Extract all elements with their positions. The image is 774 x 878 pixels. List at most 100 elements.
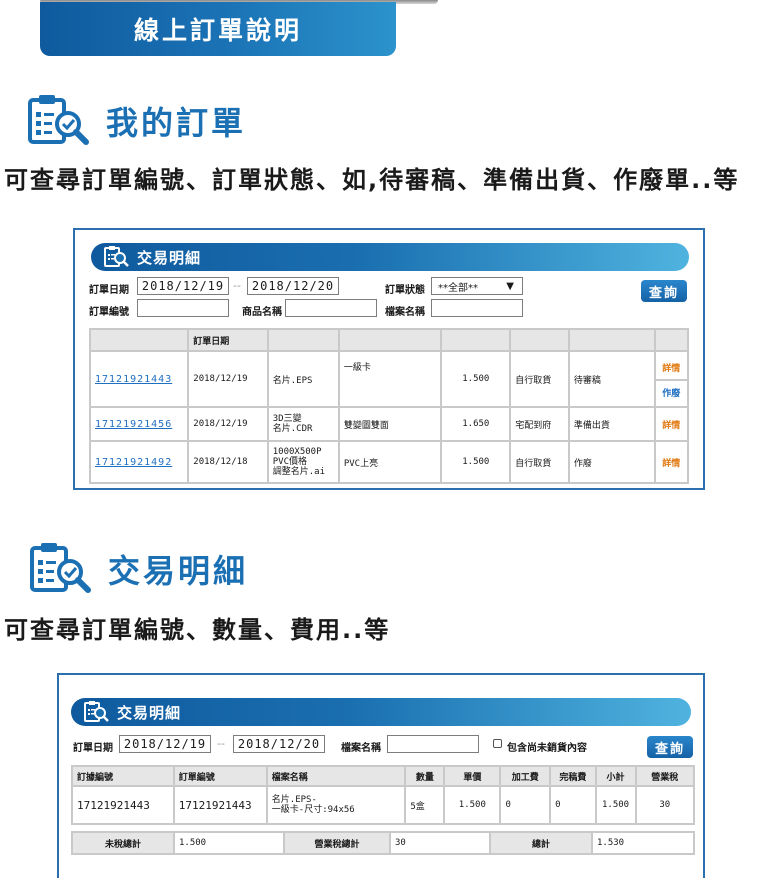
product-cell: 名片.EPS [268, 352, 338, 406]
section1-description: 可查尋訂單編號、訂單狀態、如,待審稿、準備出貨、作廢單..等 [4, 166, 740, 194]
price-cell: 1.500 [442, 352, 510, 406]
column-header: 訂單編號 [174, 767, 266, 785]
order-table: 訂單日期 17121921443 2018/12/19 名片.EPS 一級卡 1… [89, 328, 689, 484]
section2-heading: 交易明細 [28, 540, 248, 598]
clipboard-search-icon [103, 245, 129, 269]
date-from-field[interactable]: 2018/12/19 [119, 735, 211, 753]
file-cell: PVC上亮 [339, 442, 441, 482]
column-header: 加工費 [501, 767, 550, 785]
order-panel-title-bar: 交易明細 [91, 243, 689, 271]
product-name-label: 商品名稱 [242, 307, 282, 318]
transaction-panel: 交易明細 訂單日期 2018/12/19 -- 2018/12/20 檔案名稱 … [57, 673, 705, 878]
voucher-number-cell: 17121921443 [73, 787, 173, 823]
order-number-link[interactable]: 17121921492 [95, 457, 172, 468]
order-panel: 交易明細 訂單日期 2018/12/19 -- 2018/12/20 訂單狀態 … [73, 228, 705, 490]
transaction-table-header: 訂據編號 訂單編號 檔案名稱 數量 單價 加工費 完稿費 小計 營業稅 [73, 767, 693, 785]
design-fee-cell: 0 [551, 787, 595, 823]
summary-table: 未稅總計 1.500 營業稅總計 30 總計 1.530 [71, 831, 695, 855]
table-row: 17121921443 17121921443 名片.EPS- 一級卡-尺寸:9… [73, 787, 693, 823]
dropdown-arrow-icon: ▼ [506, 281, 514, 292]
details-link[interactable]: 詳情 [655, 442, 687, 482]
delivery-cell: 宅配到府 [511, 408, 568, 440]
subtotal-cell: 1.500 [596, 787, 635, 823]
price-cell: 1.500 [442, 442, 510, 482]
table-row: 17121921443 2018/12/19 名片.EPS 一級卡 1.500 … [91, 352, 687, 406]
tax-cell: 30 [636, 787, 693, 823]
section2-title: 交易明細 [108, 552, 249, 590]
query-button[interactable]: 查詢 [647, 736, 693, 758]
delivery-cell: 自行取貨 [511, 352, 568, 406]
section2-description: 可查尋訂單編號、數量、費用..等 [4, 616, 391, 644]
order-number-link[interactable]: 17121921443 [95, 374, 172, 385]
pretax-total-value: 1.500 [175, 833, 283, 853]
order-no-input[interactable] [137, 299, 229, 317]
section1-heading: 我的訂單 [26, 92, 246, 150]
order-panel-title: 交易明細 [137, 248, 202, 267]
file-name-label: 檔案名稱 [341, 743, 381, 754]
delivery-cell: 自行取貨 [511, 442, 568, 482]
clipboard-search-icon [83, 700, 109, 724]
column-header: 單價 [445, 767, 500, 785]
column-header: 訂據編號 [73, 767, 173, 785]
date-separator: -- [233, 279, 241, 292]
include-unshipped-checkbox[interactable] [493, 739, 502, 748]
date-from-field[interactable]: 2018/12/19 [137, 277, 229, 295]
column-header: 完稿費 [551, 767, 595, 785]
order-date-cell: 2018/12/18 [189, 442, 267, 482]
order-date-label: 訂單日期 [73, 743, 113, 754]
column-header: 小計 [596, 767, 635, 785]
file-name-cell: 名片.EPS- 一級卡-尺寸:94x56 [267, 787, 405, 823]
product-name-input[interactable] [285, 299, 377, 317]
banner-title: 線上訂單說明 [133, 16, 302, 45]
order-table-header: 訂單日期 [91, 330, 687, 350]
tax-total-label: 營業稅總計 [285, 833, 389, 853]
status-cell: 準備出貨 [569, 408, 654, 440]
transaction-table: 訂據編號 訂單編號 檔案名稱 數量 單價 加工費 完稿費 小計 營業稅 1712… [71, 765, 695, 825]
column-header: 數量 [406, 767, 444, 785]
processing-fee-cell: 0 [501, 787, 550, 823]
order-date-label: 訂單日期 [89, 285, 129, 296]
details-link[interactable]: 詳情 [656, 355, 687, 379]
file-name-input[interactable] [431, 299, 523, 317]
file-name-label: 檔案名稱 [385, 307, 425, 318]
order-date-cell: 2018/12/19 [189, 408, 267, 440]
include-unshipped-label: 包含尚未銷貨內容 [507, 743, 587, 754]
quantity-cell: 5盒 [406, 787, 444, 823]
file-cell: 雙變圖雙面 [339, 408, 441, 440]
summary-row: 未稅總計 1.500 營業稅總計 30 總計 1.530 [73, 833, 693, 853]
order-date-cell: 2018/12/19 [189, 352, 267, 406]
grand-total-label: 總計 [491, 833, 591, 853]
price-cell: 1.650 [442, 408, 510, 440]
tax-total-value: 30 [391, 833, 489, 853]
unit-price-cell: 1.500 [445, 787, 500, 823]
product-cell: 3D三變 名片.CDR [268, 408, 338, 440]
void-link[interactable]: 作廢 [655, 379, 687, 403]
details-link[interactable]: 詳情 [655, 408, 687, 440]
column-header: 檔案名稱 [267, 767, 405, 785]
query-button[interactable]: 查詢 [641, 280, 687, 302]
pretax-total-label: 未稅總計 [73, 833, 173, 853]
file-name-input[interactable] [387, 735, 479, 753]
clipboard-search-icon [28, 540, 94, 598]
order-status-label: 訂單狀態 [385, 285, 425, 296]
transaction-panel-title-bar: 交易明細 [71, 698, 691, 726]
order-no-label: 訂單編號 [89, 307, 129, 318]
column-header: 營業稅 [636, 767, 693, 785]
date-to-field[interactable]: 2018/12/20 [247, 277, 339, 295]
order-number-link[interactable]: 17121921456 [95, 419, 172, 430]
transaction-panel-title: 交易明細 [117, 703, 182, 722]
clipboard-search-icon [26, 92, 92, 150]
order-date-header: 訂單日期 [189, 330, 267, 350]
date-to-field[interactable]: 2018/12/20 [233, 735, 325, 753]
order-status-select[interactable]: **全部** ▼ [431, 277, 523, 295]
table-row: 17121921492 2018/12/18 1000X500P PVC價格 調… [91, 442, 687, 482]
order-status-value: **全部** [438, 282, 478, 294]
table-row: 17121921456 2018/12/19 3D三變 名片.CDR 雙變圖雙面… [91, 408, 687, 440]
product-cell: 1000X500P PVC價格 調整名片.ai [268, 442, 338, 482]
date-separator: -- [217, 737, 225, 750]
page-banner: 線上訂單說明 [40, 2, 396, 56]
file-cell: 一級卡 [339, 352, 441, 406]
status-cell: 待審稿 [569, 352, 654, 406]
grand-total-value: 1.530 [593, 833, 693, 853]
order-number-cell: 17121921443 [174, 787, 266, 823]
